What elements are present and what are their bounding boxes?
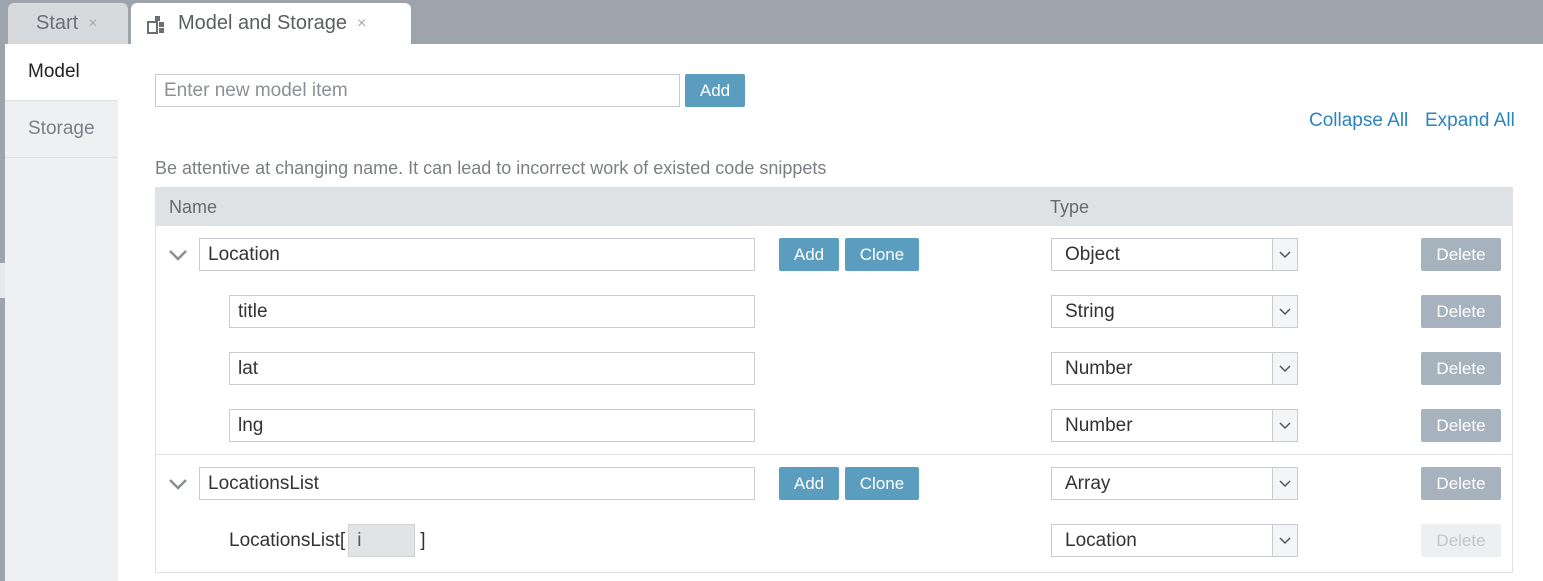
tab-model-label: Model and Storage — [178, 12, 348, 34]
tab-bar: Start × Model and Storage × — [0, 0, 1543, 44]
type-select-value: Location — [1065, 529, 1137, 551]
add-child-button[interactable]: Add — [779, 467, 839, 500]
add-model-item-button[interactable]: Add — [685, 74, 745, 107]
chevron-down-icon — [1272, 239, 1297, 270]
table-header: Name Type — [156, 188, 1512, 226]
tab-start[interactable]: Start × — [8, 3, 128, 44]
column-header-name: Name — [169, 197, 218, 217]
sidebar-item-storage[interactable]: Storage — [5, 101, 118, 158]
column-header-type: Type — [1050, 197, 1090, 217]
main-panel: Add Collapse All Expand All Be attentive… — [118, 44, 1543, 581]
delete-button[interactable]: Delete — [1421, 352, 1501, 385]
chevron-down-icon[interactable] — [167, 473, 189, 495]
new-model-item-input[interactable] — [155, 74, 680, 107]
array-index-field: i — [348, 524, 416, 557]
chevron-down-icon — [1272, 468, 1297, 499]
model-item-name-field[interactable]: Location — [199, 238, 755, 271]
clone-button[interactable]: Clone — [845, 467, 919, 500]
collapse-all-link[interactable]: Collapse All — [1309, 110, 1408, 132]
model-item-name-field[interactable]: title — [229, 295, 755, 328]
delete-button-disabled: Delete — [1421, 524, 1501, 557]
delete-button[interactable]: Delete — [1421, 467, 1501, 500]
group-divider — [156, 454, 1512, 455]
type-select[interactable]: Array — [1051, 467, 1298, 500]
type-select[interactable]: Number — [1051, 352, 1298, 385]
type-select-value: Array — [1065, 472, 1111, 494]
chevron-down-icon — [1272, 410, 1297, 441]
type-select[interactable]: String — [1051, 295, 1298, 328]
type-select-value: Number — [1065, 414, 1133, 436]
close-icon[interactable]: × — [357, 15, 366, 33]
close-icon[interactable]: × — [88, 15, 97, 33]
array-item-label: LocationsList[ i ] — [229, 524, 425, 557]
chevron-down-icon — [1272, 296, 1297, 327]
tab-start-label: Start — [36, 12, 79, 34]
model-table: Name Type Location Add Clone Object Dele… — [155, 187, 1513, 573]
delete-button[interactable]: Delete — [1421, 295, 1501, 328]
chevron-down-icon — [1272, 353, 1297, 384]
type-select[interactable]: Location — [1051, 524, 1298, 557]
array-item-prefix: LocationsList[ — [229, 529, 346, 551]
model-item-name-field[interactable]: lat — [229, 352, 755, 385]
type-select-value: Object — [1065, 243, 1120, 265]
model-item-name-field[interactable]: LocationsList — [199, 467, 755, 500]
model-item-name-field[interactable]: lng — [229, 409, 755, 442]
delete-button[interactable]: Delete — [1421, 238, 1501, 271]
tab-model-and-storage[interactable]: Model and Storage × — [131, 3, 411, 44]
delete-button[interactable]: Delete — [1421, 409, 1501, 442]
sidebar: Model Storage — [5, 44, 118, 581]
sidebar-item-model[interactable]: Model — [5, 44, 118, 101]
model-storage-icon — [147, 15, 164, 34]
chevron-down-icon — [1272, 525, 1297, 556]
clone-button[interactable]: Clone — [845, 238, 919, 271]
warning-text: Be attentive at changing name. It can le… — [155, 158, 827, 178]
array-item-suffix: ] — [420, 529, 426, 551]
type-select-value: String — [1065, 300, 1115, 322]
chevron-down-icon[interactable] — [167, 244, 189, 266]
type-select[interactable]: Number — [1051, 409, 1298, 442]
expand-all-link[interactable]: Expand All — [1425, 110, 1515, 132]
add-child-button[interactable]: Add — [779, 238, 839, 271]
type-select[interactable]: Object — [1051, 238, 1298, 271]
type-select-value: Number — [1065, 357, 1133, 379]
